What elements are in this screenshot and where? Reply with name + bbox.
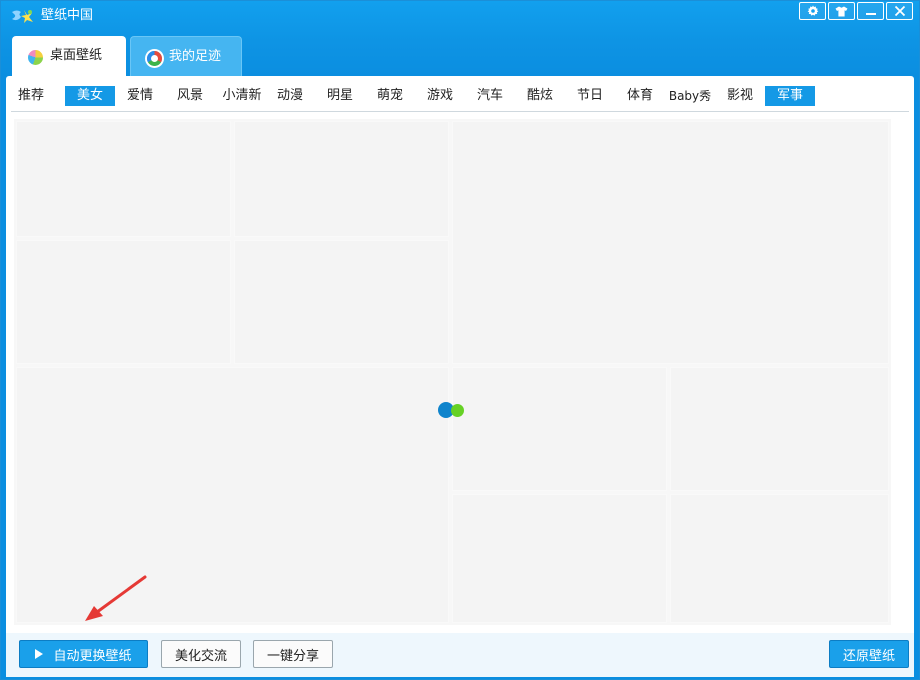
close-button[interactable] xyxy=(886,2,913,20)
category-fresh[interactable]: 小清新 xyxy=(217,86,267,106)
button-label: 一键分享 xyxy=(266,648,319,664)
window-controls xyxy=(799,2,913,20)
wallpaper-placeholder[interactable] xyxy=(452,494,667,623)
tab-label: 桌面壁纸 xyxy=(50,48,103,63)
wallpaper-placeholder[interactable] xyxy=(670,367,889,491)
content-panel: 推荐 美女 爱情 风景 小清新 动漫 明星 萌宠 游戏 汽车 酷炫 节日 体育 … xyxy=(6,76,914,633)
category-games[interactable]: 游戏 xyxy=(422,86,458,106)
app-window: 壁纸中国 桌面壁纸 我的足迹 推荐 美女 爱情 风景 小清新 动漫 明星 萌宠 … xyxy=(0,0,920,680)
bottom-toolbar: 自动更换壁纸 美化交流 一键分享 还原壁纸 xyxy=(6,633,914,677)
category-cool[interactable]: 酷炫 xyxy=(522,86,558,106)
restore-wallpaper-button[interactable]: 还原壁纸 xyxy=(829,640,909,668)
wallpaper-placeholder[interactable] xyxy=(670,494,889,623)
annotation-arrow-icon xyxy=(85,575,147,621)
skin-button[interactable] xyxy=(828,2,855,20)
category-baby[interactable]: Baby秀 xyxy=(665,86,715,106)
app-logo-icon xyxy=(12,10,33,23)
category-recommend[interactable]: 推荐 xyxy=(14,86,48,106)
button-label: 美化交流 xyxy=(174,648,227,664)
wallpaper-placeholder[interactable] xyxy=(16,121,231,237)
category-holidays[interactable]: 节日 xyxy=(572,86,608,106)
category-celebrity[interactable]: 明星 xyxy=(322,86,358,106)
close-icon xyxy=(894,5,905,17)
category-love[interactable]: 爱情 xyxy=(122,86,158,106)
shirt-icon xyxy=(835,6,848,16)
category-bar: 推荐 美女 爱情 风景 小清新 动漫 明星 萌宠 游戏 汽车 酷炫 节日 体育 … xyxy=(11,86,909,108)
wallpaper-placeholder[interactable] xyxy=(234,240,449,364)
app-title: 壁纸中国 xyxy=(41,8,94,23)
play-icon xyxy=(35,649,44,659)
category-divider xyxy=(11,111,909,112)
tab-desktop-wallpaper[interactable]: 桌面壁纸 xyxy=(12,36,126,76)
wallpaper-placeholder[interactable] xyxy=(452,121,889,364)
category-pets[interactable]: 萌宠 xyxy=(372,86,408,106)
auto-change-wallpaper-button[interactable]: 自动更换壁纸 xyxy=(19,640,148,668)
button-label: 自动更换壁纸 xyxy=(53,648,132,664)
wallpaper-placeholder[interactable] xyxy=(234,121,449,237)
category-cars[interactable]: 汽车 xyxy=(472,86,508,106)
loading-spinner-icon xyxy=(438,402,470,420)
footprint-icon xyxy=(147,51,162,66)
tab-my-footprint[interactable]: 我的足迹 xyxy=(130,36,242,76)
title-bar[interactable]: 壁纸中国 xyxy=(1,1,919,33)
wallpaper-grid xyxy=(14,119,891,625)
desktop-wallpaper-icon xyxy=(28,50,43,65)
beautify-exchange-button[interactable]: 美化交流 xyxy=(161,640,241,668)
category-scenery[interactable]: 风景 xyxy=(172,86,208,106)
wallpaper-placeholder[interactable] xyxy=(16,240,231,364)
category-sports[interactable]: 体育 xyxy=(622,86,658,106)
loader-dot-green xyxy=(451,404,464,417)
wallpaper-placeholder[interactable] xyxy=(452,367,667,491)
category-anime[interactable]: 动漫 xyxy=(272,86,308,106)
button-label: 还原壁纸 xyxy=(842,648,895,664)
settings-button[interactable] xyxy=(799,2,826,20)
category-film[interactable]: 影视 xyxy=(722,86,758,106)
category-military[interactable]: 军事 xyxy=(765,86,815,106)
tab-label: 我的足迹 xyxy=(169,49,222,64)
gear-icon xyxy=(807,5,818,16)
minimize-button[interactable] xyxy=(857,2,884,20)
one-click-share-button[interactable]: 一键分享 xyxy=(253,640,333,668)
category-beauty[interactable]: 美女 xyxy=(65,86,115,106)
minimize-icon xyxy=(865,13,876,15)
